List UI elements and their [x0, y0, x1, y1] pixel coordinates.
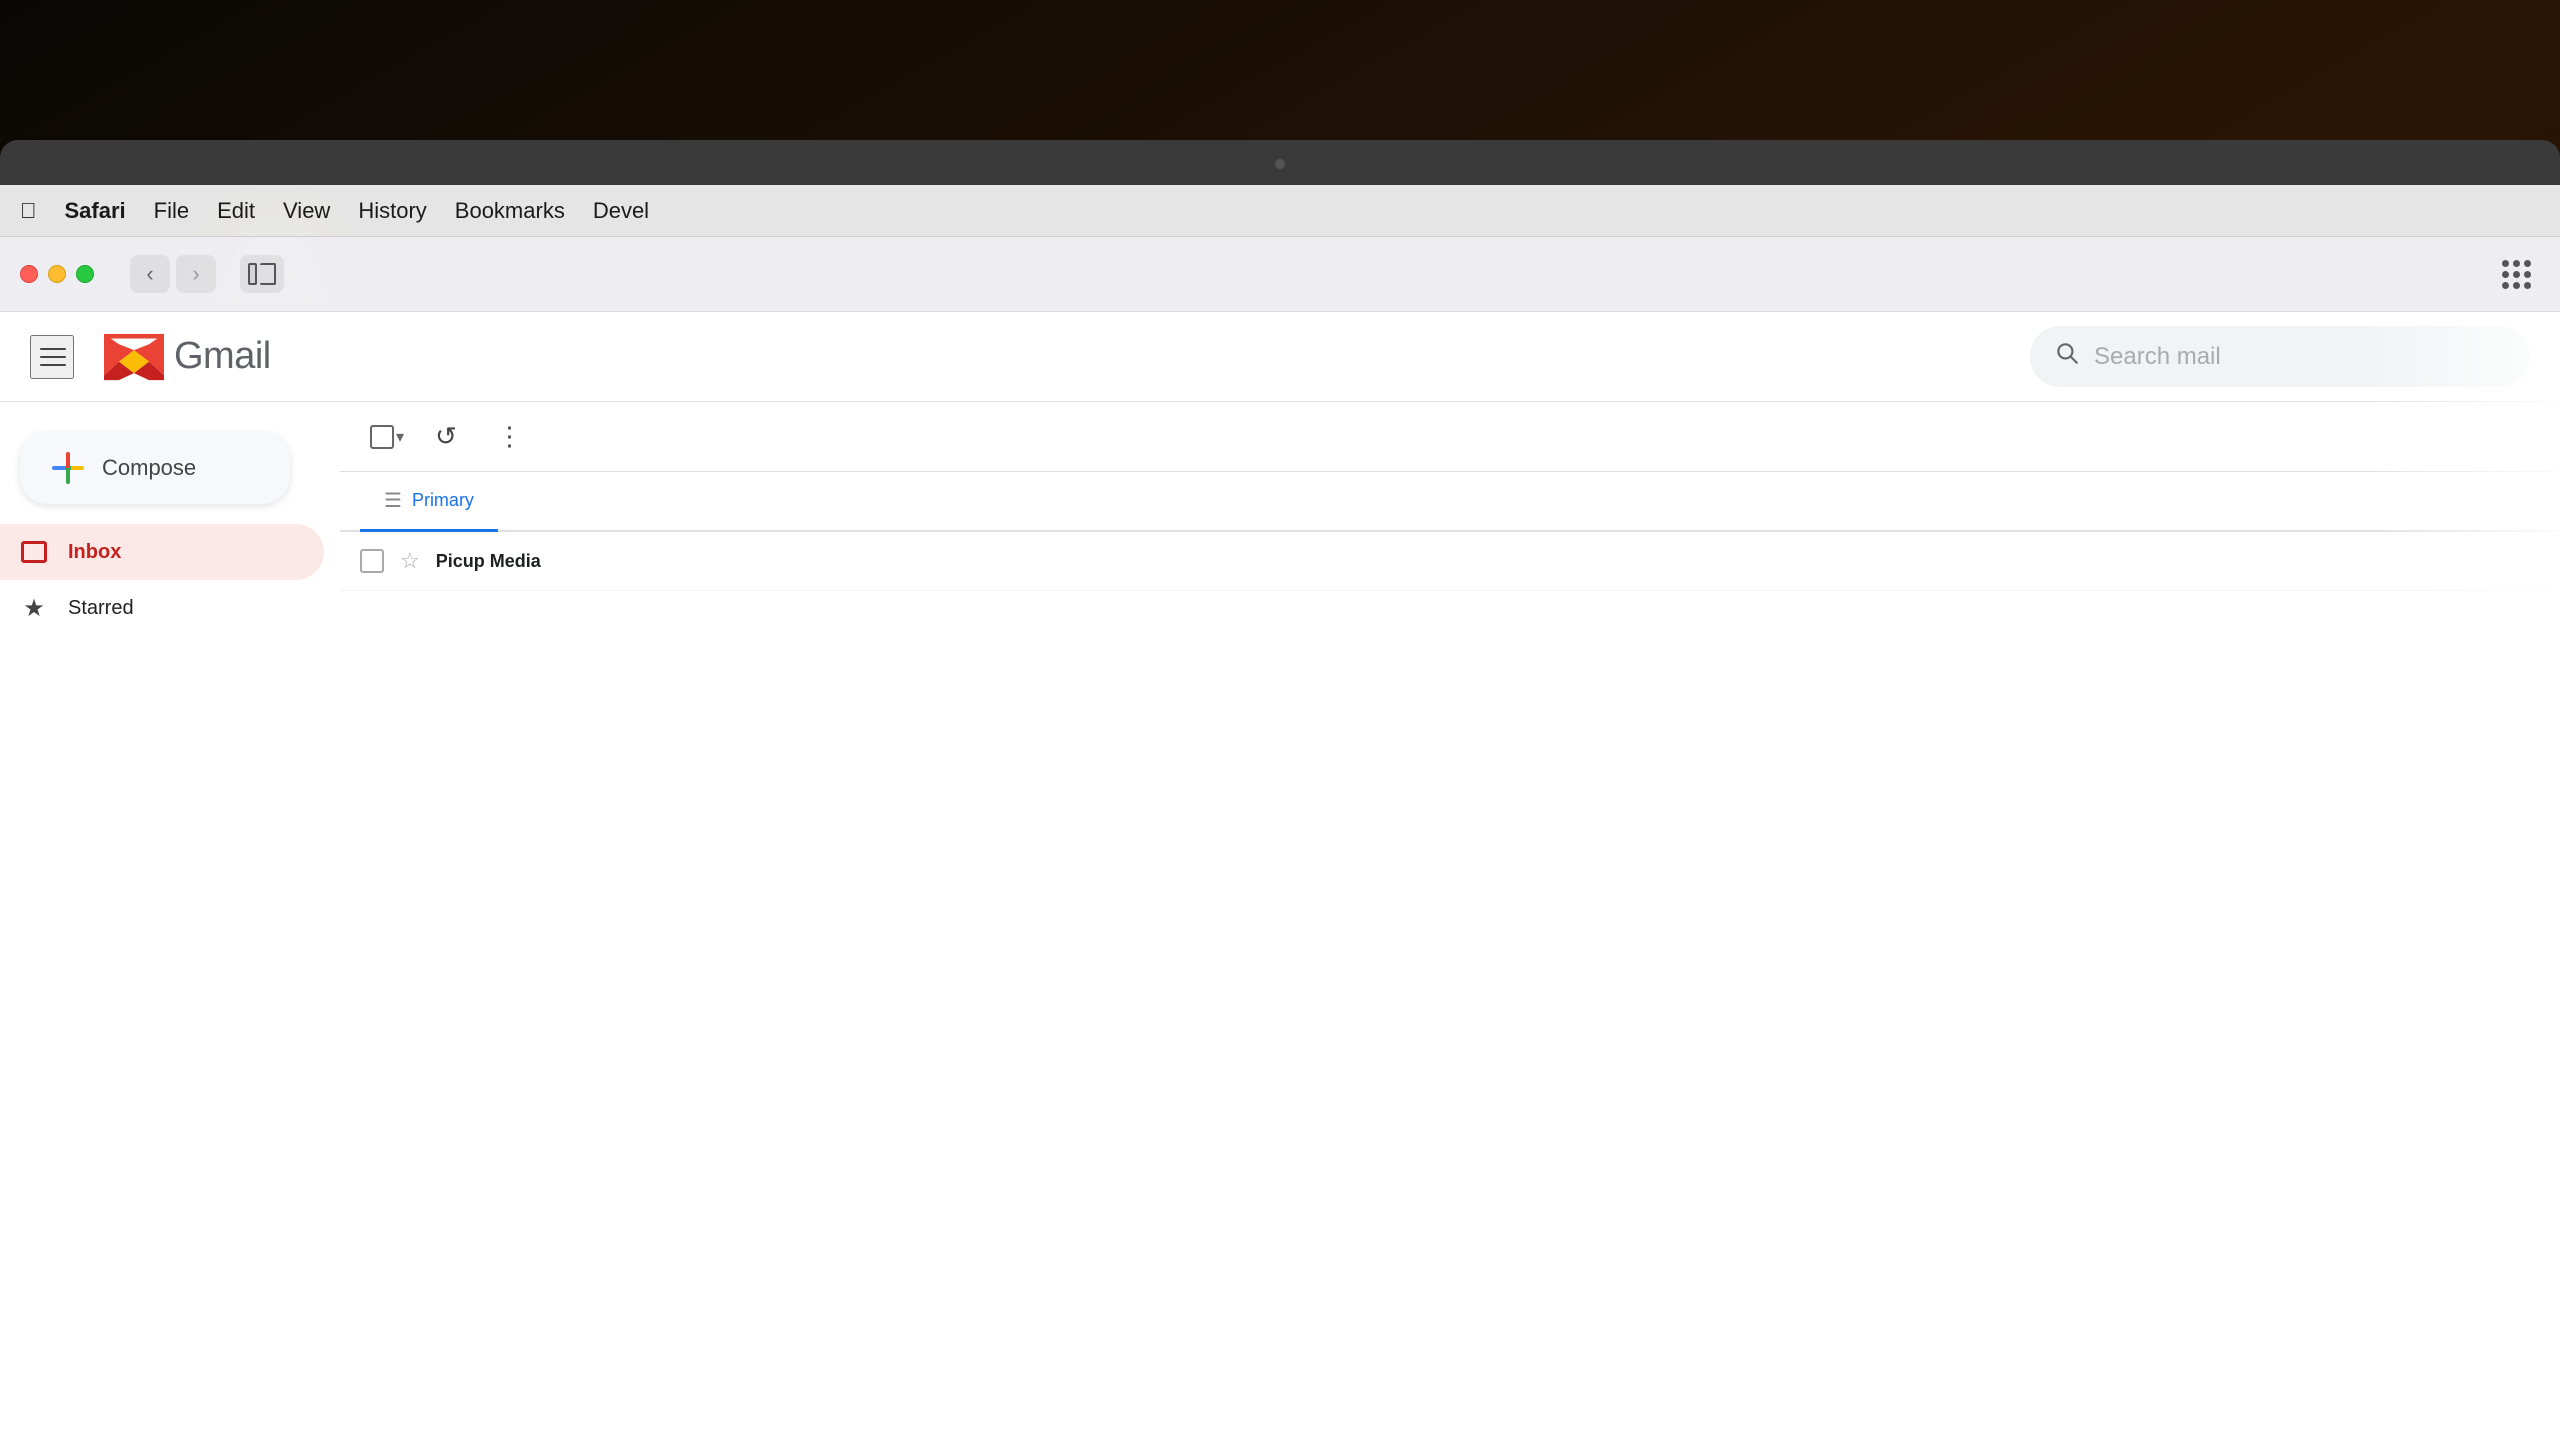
safari-menu-item[interactable]: Safari	[65, 198, 126, 224]
email-sender-1: Picup Media	[436, 551, 656, 572]
camera-dot	[1275, 159, 1285, 169]
back-button[interactable]: ‹	[130, 255, 170, 293]
apps-grid-button[interactable]	[2492, 255, 2540, 293]
hamburger-line-3	[40, 364, 66, 366]
refresh-icon: ↺	[435, 421, 457, 452]
tab-primary[interactable]: ☰ Primary	[360, 472, 498, 532]
tab-primary-icon: ☰	[384, 488, 402, 513]
compose-plus-icon	[52, 452, 84, 484]
sidebar-label-starred: Starred	[68, 597, 134, 620]
history-menu-item[interactable]: History	[358, 198, 426, 224]
bookmarks-menu-item[interactable]: Bookmarks	[455, 198, 565, 224]
sidebar-toggle-button[interactable]	[240, 255, 284, 293]
gmail-body: Compose Inbox ★ Starred	[0, 402, 2560, 1370]
sidebar-item-inbox[interactable]: Inbox	[0, 524, 324, 580]
close-button[interactable]	[20, 265, 38, 283]
gmail-m-svg	[104, 327, 164, 387]
browser-chrome: ‹ ›	[0, 237, 2560, 312]
gmail-area: Gmail Search mail Compose	[0, 312, 2560, 1440]
sidebar-label-inbox: Inbox	[68, 541, 121, 564]
fullscreen-button[interactable]	[76, 265, 94, 283]
back-icon: ‹	[146, 261, 153, 287]
grid-dots-icon	[2502, 260, 2530, 288]
mac-menubar:  Safari File Edit View History Bookmark…	[0, 185, 2560, 237]
traffic-lights	[20, 265, 94, 283]
search-placeholder-text: Search mail	[2094, 343, 2221, 371]
view-menu-item[interactable]: View	[283, 198, 330, 224]
gmail-wordmark: Gmail	[174, 335, 271, 378]
compose-button[interactable]: Compose	[20, 432, 290, 504]
gmail-logo: Gmail	[104, 327, 271, 387]
forward-button[interactable]: ›	[176, 255, 216, 293]
gmail-toolbar: ▾ ↺ ⋮	[340, 402, 2560, 472]
forward-icon: ›	[192, 261, 199, 287]
refresh-button[interactable]: ↺	[424, 415, 468, 459]
select-dropdown-chevron[interactable]: ▾	[396, 427, 404, 447]
email-checkbox[interactable]	[360, 549, 384, 573]
select-all-checkbox-wrap[interactable]: ▾	[370, 425, 404, 449]
starred-icon: ★	[20, 594, 48, 622]
email-tabs: ☰ Primary	[340, 472, 2560, 532]
email-list: ▾ ↺ ⋮ ☰ Primary ☆ Picup Medi	[340, 402, 2560, 1370]
file-menu-item[interactable]: File	[154, 198, 189, 224]
hamburger-menu-button[interactable]	[30, 335, 74, 379]
search-bar[interactable]: Search mail	[2030, 326, 2530, 387]
edit-menu-item[interactable]: Edit	[217, 198, 255, 224]
compose-label: Compose	[102, 455, 196, 481]
hamburger-line-1	[40, 348, 66, 350]
inbox-icon	[20, 538, 48, 566]
select-all-checkbox[interactable]	[370, 425, 394, 449]
sidebar-toggle-icon	[248, 263, 276, 285]
more-options-icon: ⋮	[497, 421, 524, 452]
nav-buttons: ‹ ›	[130, 255, 216, 293]
tab-primary-label: Primary	[412, 490, 474, 511]
apple-menu-item[interactable]: 	[20, 198, 37, 224]
hamburger-line-2	[40, 356, 66, 358]
search-icon	[2054, 340, 2080, 373]
minimize-button[interactable]	[48, 265, 66, 283]
laptop-top-bar	[0, 140, 2560, 188]
sidebar-item-starred[interactable]: ★ Starred	[0, 580, 324, 636]
more-options-button[interactable]: ⋮	[488, 415, 532, 459]
email-row-1[interactable]: ☆ Picup Media	[340, 532, 2560, 591]
gmail-topbar: Gmail Search mail	[0, 312, 2560, 402]
gmail-sidebar: Compose Inbox ★ Starred	[0, 402, 340, 1370]
email-star-icon[interactable]: ☆	[400, 548, 420, 574]
develop-menu-item[interactable]: Devel	[593, 198, 649, 224]
